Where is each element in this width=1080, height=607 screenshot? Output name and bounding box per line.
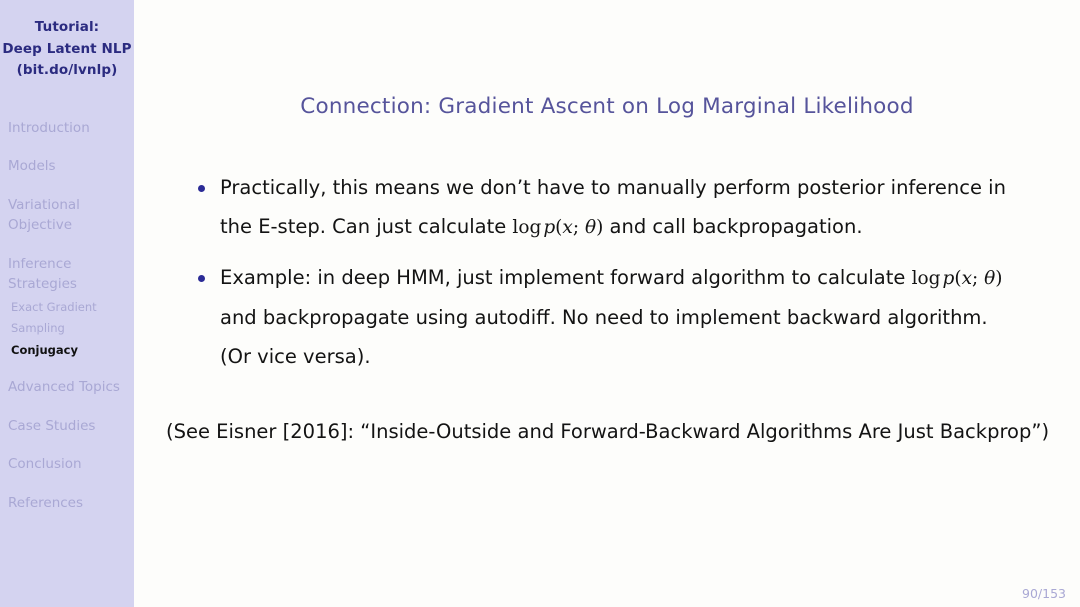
sidebar-item-label: Conclusion (8, 456, 82, 472)
sidebar-item-label: Case Studies (8, 417, 96, 434)
sidebar-item-label: Advanced Topics (8, 379, 120, 395)
sidebar-item-inference-strategies[interactable]: Inference Strategies (0, 254, 134, 295)
sidebar-item-references[interactable]: References (0, 493, 134, 514)
sidebar-item-conclusion[interactable]: Conclusion (0, 454, 134, 475)
sidebar-item-label: Models (8, 158, 56, 174)
sidebar-item-label-line-1: Inference (8, 255, 72, 272)
sidebar-title-line-1: Tutorial: (34, 19, 100, 35)
math-log-marginal-likelihood: log p(x; θ) (512, 217, 604, 238)
bullet-list: Practically, this means we don’t have to… (134, 168, 1080, 376)
sidebar-item-label: References (8, 494, 84, 511)
sidebar-item-advanced-topics[interactable]: Advanced Topics (0, 377, 134, 398)
citation-paragraph: (See Eisner [2016]: “Inside-Outside and … (166, 420, 1050, 443)
sidebar-nav-list: Introduction Models Variational Objectiv… (0, 118, 134, 514)
sidebar-item-introduction[interactable]: Introduction (0, 118, 134, 139)
sidebar-item-variational-objective[interactable]: Variational Objective (0, 195, 134, 236)
slide-title: Connection: Gradient Ascent on Log Margi… (300, 94, 914, 119)
bullet-text-part-1: Example: in deep HMM, just implement for… (220, 266, 912, 289)
bullet-text-part-2: and call backpropagation. (603, 215, 863, 238)
sidebar-item-label-line-2: Strategies (8, 276, 77, 292)
sidebar-item-models[interactable]: Models (0, 156, 134, 177)
slide-content-area: Connection: Gradient Ascent on Log Margi… (134, 0, 1080, 607)
bullet-item: Example: in deep HMM, just implement for… (134, 258, 1080, 376)
bullet-text-part-2: and backpropagate using autodiff. No nee… (220, 306, 988, 368)
sidebar-title-line-3: (bit.do/lvnlp) (16, 62, 118, 78)
sidebar-item-case-studies[interactable]: Case Studies (0, 416, 134, 437)
slide-body: Practically, this means we don’t have to… (134, 168, 1080, 451)
bullet-dot-icon (198, 185, 205, 192)
page-number: 90/153 (1022, 586, 1066, 601)
sidebar-item-exact-gradient[interactable]: Exact Gradient (0, 297, 134, 319)
sidebar-item-label: Introduction (8, 119, 90, 136)
sidebar-item-sampling[interactable]: Sampling (0, 318, 134, 340)
sidebar-tutorial-title: Tutorial: Deep Latent NLP (bit.do/lvnlp) (0, 0, 134, 82)
sidebar-item-label-line-1: Variational (8, 196, 80, 213)
presentation-slide: Tutorial: Deep Latent NLP (bit.do/lvnlp)… (0, 0, 1080, 607)
math-log-marginal-likelihood: log p(x; θ) (911, 268, 1003, 289)
sidebar-navigation: Tutorial: Deep Latent NLP (bit.do/lvnlp)… (0, 0, 134, 607)
sidebar-item-label-line-2: Objective (8, 217, 73, 233)
bullet-dot-icon (198, 275, 205, 282)
bullet-item: Practically, this means we don’t have to… (134, 168, 1080, 247)
sidebar-subsection-group: Exact Gradient Sampling Conjugacy (0, 297, 134, 362)
sidebar-item-conjugacy[interactable]: Conjugacy (0, 340, 134, 362)
sidebar-title-line-2: Deep Latent NLP (2, 40, 132, 57)
